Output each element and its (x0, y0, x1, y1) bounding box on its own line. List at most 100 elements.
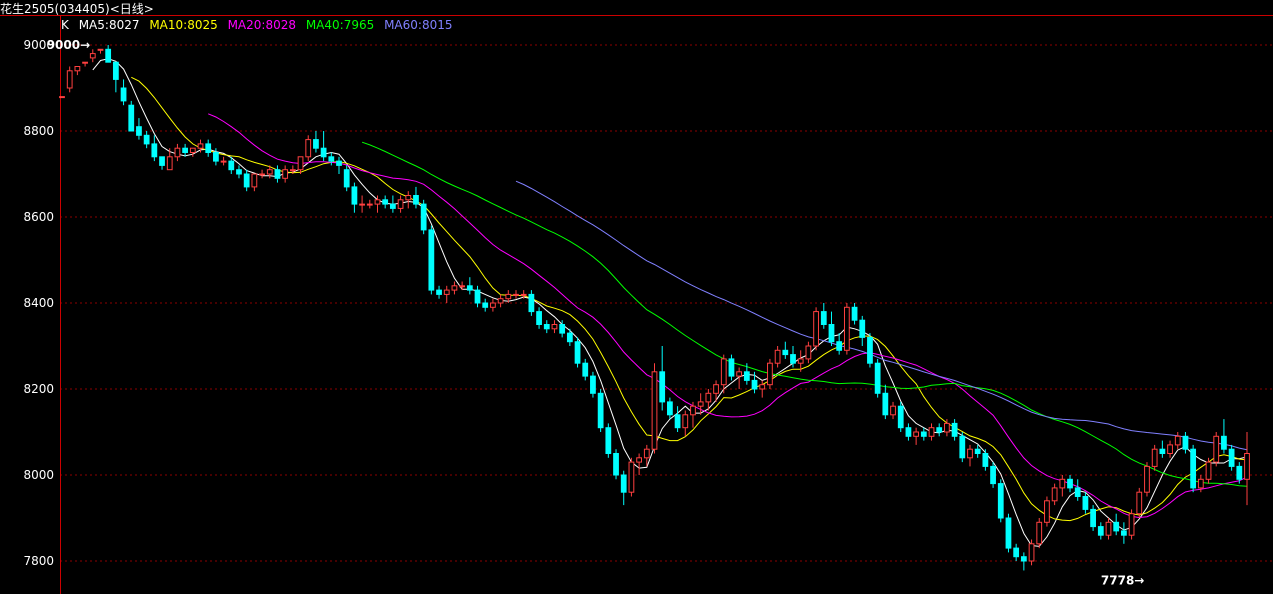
candle (336, 156, 342, 174)
candle (97, 48, 104, 54)
candle (174, 143, 181, 162)
candle-body (205, 143, 212, 153)
candle (566, 328, 573, 346)
candle (359, 195, 365, 213)
candle (205, 139, 212, 157)
candle (443, 285, 450, 303)
candle-body (366, 203, 373, 206)
candle (967, 444, 973, 467)
candle-body (328, 156, 335, 162)
candle-body (743, 371, 750, 381)
candle (897, 401, 904, 432)
candle-body (551, 324, 558, 330)
candle (351, 182, 358, 213)
candle-body (836, 341, 843, 351)
candle (320, 131, 327, 162)
candle-body (790, 354, 796, 364)
axis (0, 15, 1273, 594)
candle (1113, 513, 1120, 536)
candle (1105, 518, 1112, 540)
candle-body (66, 70, 73, 89)
candle (420, 199, 427, 235)
candle-body (413, 195, 419, 205)
candle-body (74, 66, 81, 72)
ma60-line (515, 180, 1248, 451)
candle-body (405, 195, 412, 201)
candle (405, 191, 412, 209)
candle (974, 444, 981, 458)
y-tick-labels: 7800800082008400860088009000 (23, 38, 54, 568)
candle-body (782, 349, 789, 356)
candle-body (305, 139, 312, 158)
candle (1020, 552, 1027, 571)
candle (867, 333, 873, 368)
candle-body (282, 169, 289, 179)
candle-body (1159, 448, 1166, 455)
k-label: K (61, 18, 69, 32)
candle (990, 462, 996, 488)
chart-title: 花生2505(034405)<日线> (0, 2, 154, 16)
candle-body (1028, 543, 1035, 562)
candle-body (497, 298, 504, 304)
candle (820, 303, 827, 329)
candle-body (1174, 435, 1181, 446)
candle (66, 66, 73, 93)
candle (428, 225, 435, 295)
candle (651, 363, 658, 454)
candle-body (582, 362, 589, 377)
candle-body (266, 169, 273, 175)
candle (836, 333, 843, 355)
candle (474, 285, 481, 308)
candle (843, 303, 850, 355)
ma10-label: MA10:8025 (149, 18, 218, 32)
candle (890, 401, 896, 420)
candle-body (1213, 435, 1220, 463)
candle (1159, 440, 1166, 458)
candle-body (905, 427, 912, 437)
candle-body (1221, 435, 1227, 450)
candle-body (920, 431, 927, 437)
candle-body (982, 453, 989, 467)
candle-body (828, 324, 835, 343)
candle-body (236, 169, 242, 175)
candle-body (136, 126, 142, 136)
y-tick-label: 8400 (23, 296, 54, 310)
candle-body (420, 203, 427, 231)
candle (767, 358, 773, 389)
candle (574, 337, 581, 368)
candle (813, 307, 819, 351)
candle-body (1236, 465, 1243, 480)
y-tick-label: 8200 (23, 382, 54, 396)
candle-body (120, 87, 127, 102)
annotations: 9000→ 7778→ (47, 38, 1145, 587)
candle-body (313, 139, 319, 149)
candle-body (1105, 521, 1112, 536)
candle (543, 320, 550, 334)
candle (1005, 513, 1012, 553)
candle-body (143, 134, 150, 145)
candle-body (220, 160, 227, 163)
candle-body (720, 358, 727, 386)
candle-body (389, 203, 396, 209)
candle-body (651, 371, 658, 450)
candle-body (189, 147, 196, 153)
candle (782, 341, 789, 359)
candle-body (859, 319, 866, 338)
candle (682, 410, 689, 437)
candle-body (543, 324, 550, 330)
candle-body (728, 358, 735, 377)
candle (1228, 444, 1235, 471)
candle-body (643, 448, 650, 459)
candle-body (1205, 461, 1212, 480)
candle (582, 358, 589, 381)
candle (936, 423, 943, 437)
candle (389, 195, 396, 213)
candle-body (797, 358, 804, 364)
candle-body (751, 379, 758, 390)
ma40-label: MA40:7965 (305, 18, 375, 32)
candle-body (151, 143, 158, 158)
candle-body (197, 143, 204, 149)
candle-body (636, 457, 642, 463)
candle-body (474, 289, 481, 304)
candle (382, 195, 389, 209)
